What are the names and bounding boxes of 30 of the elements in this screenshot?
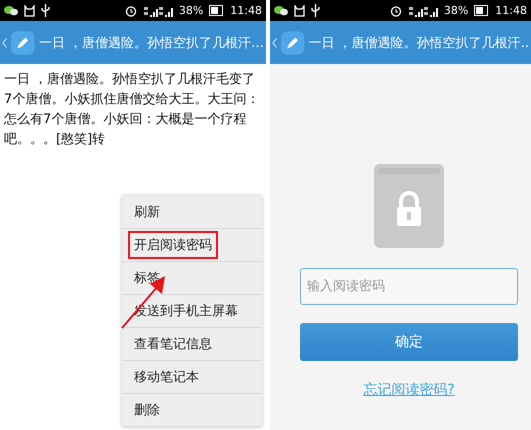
signal-icon — [408, 4, 438, 16]
usb-icon — [41, 4, 50, 17]
note-app-icon — [11, 30, 35, 56]
clock-time: 11:48 — [230, 4, 262, 17]
chat-icon — [274, 5, 288, 16]
menu-item[interactable]: 删除 — [122, 394, 262, 427]
note-app-icon — [281, 30, 305, 56]
battery-percent: 38% — [444, 4, 468, 17]
confirm-button[interactable]: 确定 — [300, 323, 518, 361]
alarm-icon — [390, 4, 402, 16]
note-title: 一日 ，唐僧遇险。孙悟空扒了几根汗… — [38, 34, 264, 52]
menu-item[interactable]: 移动笔记本 — [122, 361, 262, 394]
alarm-icon — [124, 4, 137, 16]
clock-time: 11:48 — [495, 4, 527, 17]
signal-icon — [142, 4, 173, 16]
battery-percent: 38% — [178, 4, 204, 17]
battery-icon — [209, 5, 224, 16]
note-text: 一日 ，唐僧遇险。孙悟空扒了几根汗毛变了7个唐僧。小妖抓住唐僧交给大王。大王问：怎么有7个唐僧。小妖回：大概是一个疗程吧。。。[憨笑]转 — [4, 71, 260, 149]
password-field[interactable]: 输入阅读密码 — [300, 268, 518, 305]
locked-notebook-icon — [374, 164, 444, 248]
chat-icon — [4, 5, 18, 16]
back-icon[interactable] — [2, 36, 8, 48]
cat-icon — [294, 4, 305, 16]
menu-item[interactable]: 刷新 — [122, 196, 262, 229]
cat-icon — [24, 4, 35, 16]
menu-item[interactable]: 查看笔记信息 — [122, 328, 262, 361]
battery-icon — [474, 5, 490, 16]
usb-icon — [311, 4, 320, 17]
back-icon[interactable] — [272, 36, 278, 48]
note-title: 一日 ，唐僧遇险。孙悟空扒了几根汗.. — [308, 34, 529, 52]
